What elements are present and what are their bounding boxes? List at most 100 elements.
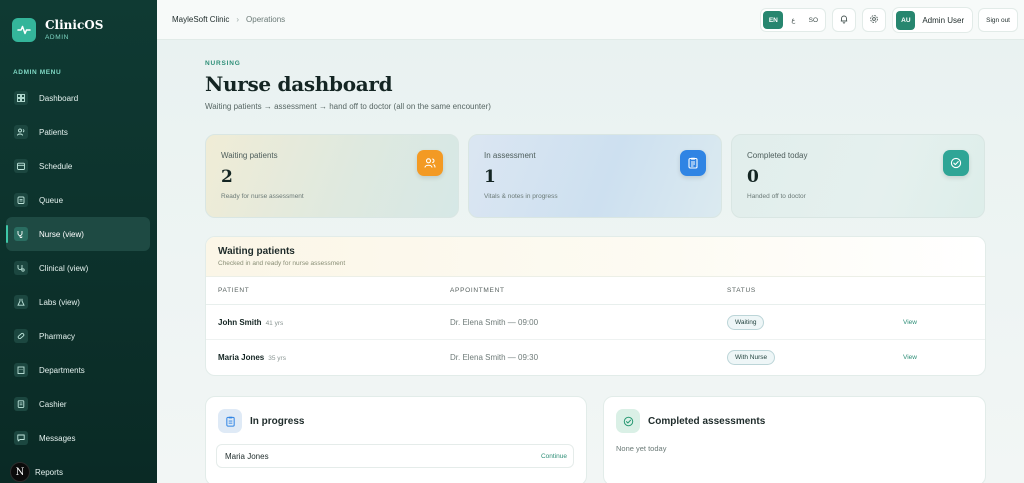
page-eyebrow: NURSING [205, 60, 241, 67]
sidebar-item-labs[interactable]: Labs (view) [6, 285, 150, 319]
appointment-cell: Dr. Elena Smith — 09:00 [450, 317, 539, 327]
stat-note: Ready for nurse assessment [221, 193, 304, 200]
user-avatar[interactable]: N [10, 462, 30, 482]
lang-ar-button[interactable]: ع [783, 11, 803, 29]
brand-name: ClinicOS [45, 18, 104, 32]
flask-icon [14, 295, 28, 309]
check-circle-icon [943, 150, 969, 176]
sign-out-button[interactable]: Sign out [978, 8, 1018, 32]
notifications-button[interactable] [832, 8, 857, 32]
pill-icon [14, 329, 28, 343]
bell-icon [839, 11, 849, 29]
card-title: Completed assessments [648, 415, 766, 427]
patient-age: 35 yrs [268, 355, 286, 362]
empty-state-text: None yet today [616, 444, 667, 453]
stat-label: Completed today [747, 151, 808, 160]
table-row: Maria Jones 35 yrs Dr. Elena Smith — 09:3… [206, 340, 985, 375]
list-item[interactable]: Maria Jones Continue [216, 444, 574, 468]
brand: ClinicOS ADMIN [0, 0, 157, 44]
sidebar: ClinicOS ADMIN ADMIN MENU Dashboard Pati… [0, 0, 157, 483]
status-badge: Waiting [727, 314, 765, 330]
sidebar-item-label: Pharmacy [39, 331, 76, 341]
column-header-patient: PATIENT [218, 287, 250, 294]
patient-cell: John Smith 41 yrs [218, 318, 283, 327]
calendar-icon [14, 159, 28, 173]
menu-section-title: ADMIN MENU [13, 69, 62, 76]
user-menu[interactable]: AU Admin User [892, 7, 974, 33]
sidebar-item-queue[interactable]: Queue [6, 183, 150, 217]
stat-label: Waiting patients [221, 151, 278, 160]
sidebar-item-messages[interactable]: Messages [6, 421, 150, 455]
brand-role: ADMIN [45, 34, 69, 41]
settings-button[interactable] [862, 8, 887, 32]
column-header-appointment: APPOINTMENT [450, 287, 505, 294]
check-circle-icon [616, 409, 640, 433]
breadcrumb-clinic[interactable]: MayleSoft Clinic [172, 15, 229, 24]
patient-name: John Smith [218, 317, 262, 327]
sidebar-item-label: Cashier [39, 399, 67, 409]
receipt-icon [14, 397, 28, 411]
sidebar-item-cashier[interactable]: Cashier [6, 387, 150, 421]
building-icon [14, 363, 28, 377]
continue-link[interactable]: Continue [541, 453, 567, 460]
sidebar-item-reports[interactable]: N Reports [6, 455, 150, 483]
users-icon [14, 125, 28, 139]
clipboard-icon [14, 193, 28, 207]
sidebar-item-patients[interactable]: Patients [6, 115, 150, 149]
page-title: Nurse dashboard [205, 72, 393, 96]
view-link[interactable]: View [903, 319, 917, 326]
lang-en-button[interactable]: EN [763, 11, 784, 29]
sidebar-menu: Dashboard Patients Schedule Queue Nurse … [6, 81, 150, 483]
view-link[interactable]: View [903, 354, 917, 361]
patient-age: 41 yrs [265, 319, 284, 327]
panel-subtitle: Checked in and ready for nurse assessmen… [218, 260, 346, 267]
sidebar-item-label: Labs (view) [39, 297, 80, 307]
sidebar-item-label: Clinical (view) [39, 263, 89, 273]
patient-name: Maria Jones [218, 353, 265, 362]
in-progress-card: In progress Maria Jones Continue [205, 396, 587, 483]
column-header-status: STATUS [727, 287, 756, 294]
sidebar-item-clinical[interactable]: Clinical (view) [6, 251, 150, 285]
appointment-cell: Dr. Elena Smith — 09:30 [450, 353, 539, 362]
users-icon [417, 150, 443, 176]
waiting-patients-panel: Waiting patients Checked in and ready fo… [205, 236, 986, 376]
stethoscope-icon [14, 227, 28, 241]
breadcrumb-operations: Operations [246, 15, 286, 24]
sidebar-item-label: Nurse (view) [39, 229, 84, 239]
sidebar-item-nurse[interactable]: Nurse (view) [6, 217, 150, 251]
sidebar-item-departments[interactable]: Departments [6, 353, 150, 387]
sidebar-item-pharmacy[interactable]: Pharmacy [6, 319, 150, 353]
language-switcher: EN ع SO [760, 8, 827, 32]
pulse-icon [12, 18, 36, 42]
stat-note: Vitals & notes in progress [484, 193, 558, 200]
stat-value: 2 [221, 167, 233, 187]
panel-header: Waiting patients Checked in and ready fo… [206, 237, 985, 277]
user-initials-avatar: AU [896, 10, 916, 30]
page-subtitle: Waiting patients → assessment → hand off… [205, 102, 491, 111]
table-header: PATIENT APPOINTMENT STATUS [206, 277, 985, 305]
sidebar-item-schedule[interactable]: Schedule [6, 149, 150, 183]
stat-card-in-assessment: In assessment 1 Vitals & notes in progre… [468, 134, 722, 218]
status-badge: With Nurse [727, 350, 776, 365]
patient-name: Maria Jones [225, 451, 269, 461]
chevron-right-icon: › [236, 15, 240, 24]
clipboard-icon [680, 150, 706, 176]
top-bar: MayleSoft Clinic › Operations EN ع SO AU… [157, 0, 1024, 40]
clipboard-icon [218, 409, 242, 433]
sidebar-item-label: Dashboard [39, 93, 79, 103]
completed-assessments-card: Completed assessments None yet today [603, 396, 986, 483]
message-icon [14, 431, 28, 445]
stat-card-waiting: Waiting patients 2 Ready for nurse asses… [205, 134, 459, 218]
table-row: John Smith 41 yrs Dr. Elena Smith — 09:00… [206, 305, 985, 340]
stat-value: 1 [484, 167, 496, 187]
patient-cell: Maria Jones 35 yrs [218, 353, 286, 362]
sidebar-item-label: Reports [35, 467, 64, 477]
lang-so-button[interactable]: SO [803, 11, 823, 29]
dashboard-icon [14, 91, 28, 105]
panel-title: Waiting patients [218, 246, 295, 257]
sidebar-item-label: Departments [39, 365, 85, 375]
main-content: NURSING Nurse dashboard Waiting patients… [157, 40, 1024, 483]
sidebar-item-dashboard[interactable]: Dashboard [6, 81, 150, 115]
stat-label: In assessment [484, 151, 536, 160]
sidebar-item-label: Schedule [39, 161, 73, 171]
